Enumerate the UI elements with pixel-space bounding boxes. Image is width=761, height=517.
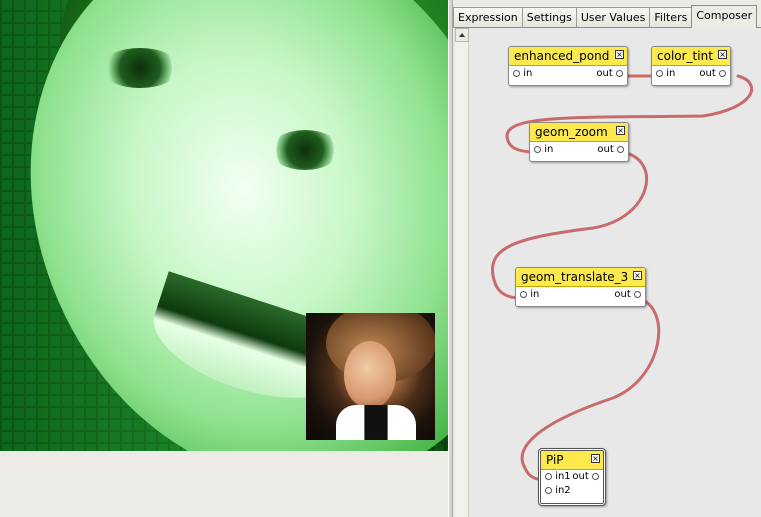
node-enhanced-pond[interactable]: enhanced_pond × in out [508, 46, 628, 86]
input-port-1[interactable]: in1 [545, 470, 571, 484]
node-geom-translate-3[interactable]: geom_translate_3 × in out [515, 267, 646, 307]
node-title: PiP [546, 453, 564, 467]
tab-composer[interactable]: Composer [691, 5, 758, 28]
video-preview [0, 0, 448, 451]
node-title: geom_zoom [535, 125, 608, 139]
vertical-scrollbar[interactable] [455, 28, 469, 517]
node-pip[interactable]: PiP × in1 out in2 [538, 448, 606, 506]
tab-filters[interactable]: Filters [649, 7, 693, 28]
tab-expression[interactable]: Expression [453, 7, 523, 28]
close-icon[interactable]: × [591, 454, 600, 463]
close-icon[interactable]: × [718, 50, 727, 59]
pip-inset-image [306, 313, 435, 440]
tab-settings[interactable]: Settings [521, 7, 577, 28]
node-geom-zoom[interactable]: geom_zoom × in out [529, 122, 629, 162]
input-port-2[interactable]: in2 [545, 484, 571, 498]
output-port[interactable]: out [699, 66, 726, 82]
input-port[interactable]: in [656, 66, 675, 82]
output-port[interactable]: out [596, 66, 623, 82]
arrow-up-icon[interactable] [455, 28, 469, 42]
close-icon[interactable]: × [615, 50, 624, 59]
output-port[interactable]: out [597, 142, 624, 158]
output-port[interactable]: out [614, 287, 641, 303]
side-panel: Expression Settings User Values Filters … [453, 0, 761, 517]
node-color-tint[interactable]: color_tint × in out [651, 46, 731, 86]
node-title: geom_translate_3 [521, 270, 629, 284]
input-port[interactable]: in [534, 142, 553, 158]
composer-canvas[interactable]: enhanced_pond × in out color_tint × in o… [453, 28, 761, 517]
left-eye [100, 48, 180, 88]
tab-user-values[interactable]: User Values [575, 7, 651, 28]
tab-bar: Expression Settings User Values Filters … [453, 5, 758, 28]
input-port[interactable]: in [513, 66, 532, 82]
output-port[interactable]: out [572, 470, 599, 484]
close-icon[interactable]: × [616, 126, 625, 135]
close-icon[interactable]: × [633, 271, 642, 280]
node-title: color_tint [657, 49, 713, 63]
node-title: enhanced_pond [514, 49, 610, 63]
input-port[interactable]: in [520, 287, 539, 303]
right-eye [270, 130, 340, 170]
